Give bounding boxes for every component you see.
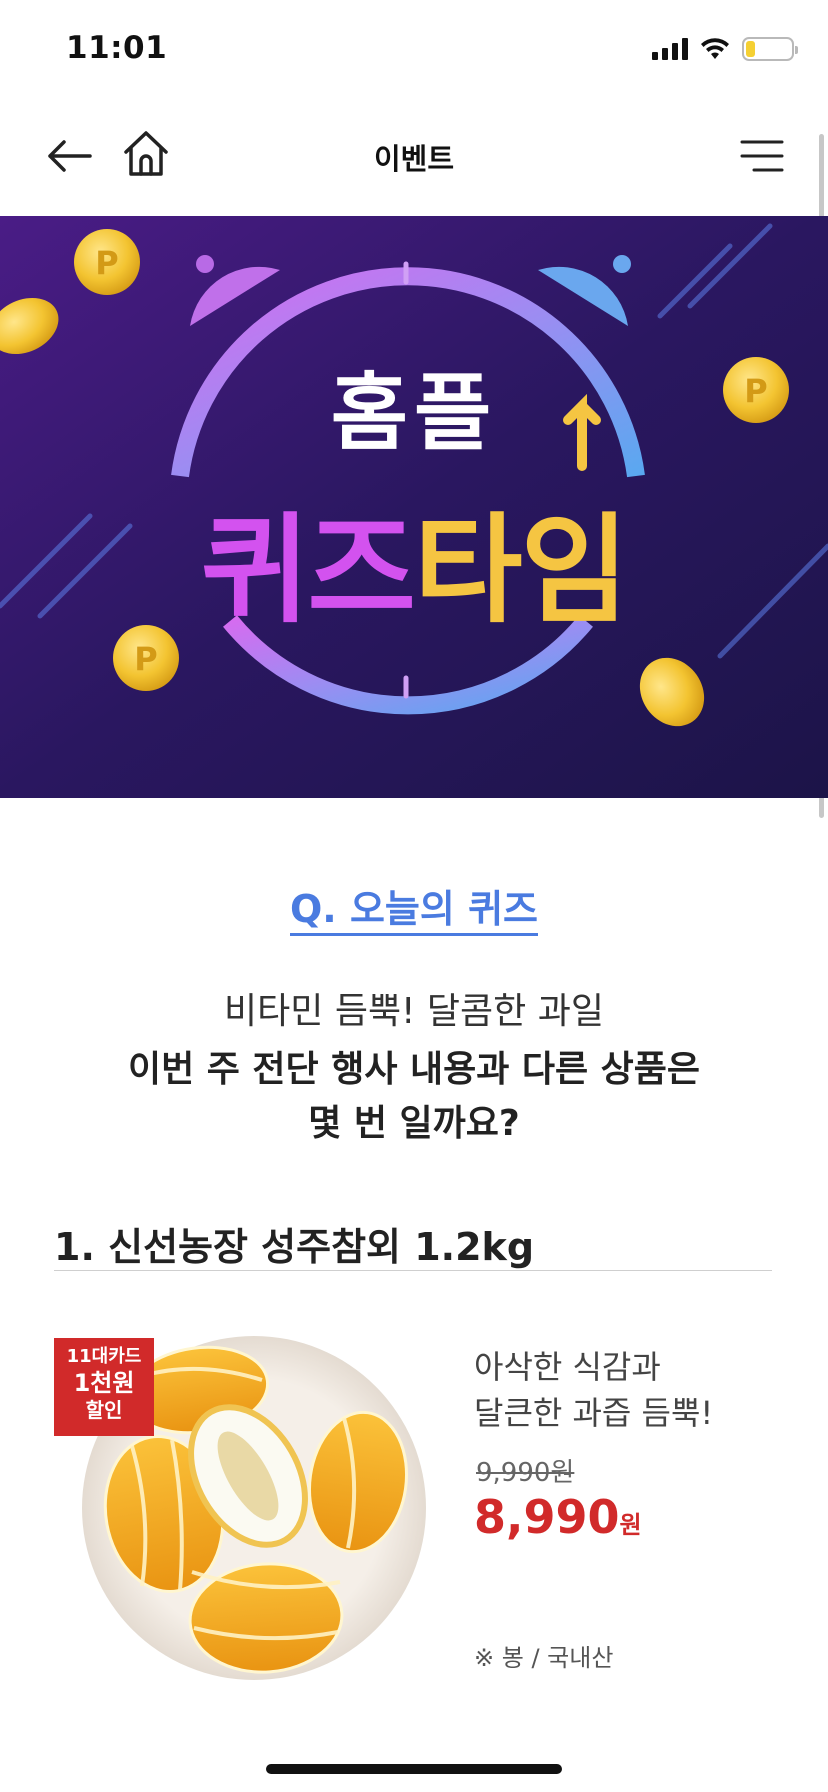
quiz-question-line: 이번 주 전단 행사 내용과 다른 상품은 [128, 1049, 700, 1090]
badge-line: 11대카드 [66, 1346, 142, 1367]
battery-level [746, 41, 755, 57]
coin-p-icon: P [95, 244, 118, 282]
sale-price-unit: 원 [619, 1511, 642, 1539]
battery-icon [742, 37, 798, 61]
product-origin: ※ 봉 / 국내산 [474, 1644, 614, 1672]
banner-title-time: 타임 [414, 501, 629, 639]
status-time: 11:01 [66, 30, 168, 66]
sale-price-value: 8,990 [474, 1490, 620, 1544]
cellular-signal-icon [652, 38, 688, 60]
page-title: 이벤트 [373, 142, 455, 176]
quiz-question-intro: 비타민 듬뿍! 달콤한 과일 [224, 991, 604, 1032]
banner-title-quiz: 퀴즈 [200, 501, 416, 639]
wifi-icon [701, 38, 729, 59]
quiz-time-banner: P P P 홈플 퀴즈타임 [0, 216, 828, 798]
status-icons [652, 36, 798, 62]
sale-price: 8,990원 [474, 1490, 642, 1544]
home-indicator[interactable] [266, 1764, 562, 1774]
nav-bar: 이벤트 [0, 96, 828, 216]
coin-p-icon: P [134, 640, 157, 678]
product-description: 아삭한 식감과 [474, 1348, 661, 1386]
hamburger-menu-icon[interactable] [740, 138, 784, 174]
quiz-heading[interactable]: Q. 오늘의 퀴즈 [0, 878, 828, 936]
quiz-question-line: 몇 번 일까요? [308, 1103, 520, 1144]
card-discount-badge: 11대카드 1천원 할인 [54, 1338, 154, 1436]
badge-line: 1천원 [73, 1369, 135, 1397]
divider [54, 1270, 772, 1271]
banner-title-top: 홈플 [330, 364, 498, 462]
badge-line: 할인 [85, 1398, 123, 1422]
status-bar: 11:01 [0, 0, 828, 96]
product-description: 달큰한 과즙 듬뿍! [474, 1394, 714, 1432]
quiz-heading-link[interactable]: Q. 오늘의 퀴즈 [290, 887, 538, 936]
product-title: 1. 신선농장 성주참외 1.2kg [54, 1225, 535, 1269]
original-price: 9,990원 [476, 1458, 575, 1488]
banner-title-main: 퀴즈타임 [0, 474, 828, 645]
